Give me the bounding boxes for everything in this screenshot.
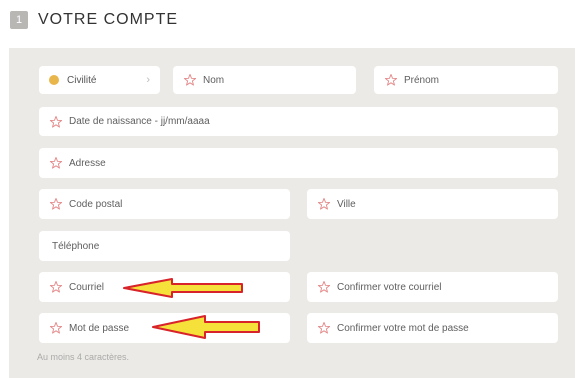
- adresse-input[interactable]: [69, 157, 558, 169]
- required-star-icon: [317, 197, 331, 211]
- prenom-input[interactable]: [404, 74, 558, 86]
- required-star-icon: [49, 321, 63, 335]
- step-badge: 1: [10, 11, 28, 29]
- date-naissance-input[interactable]: [69, 116, 558, 127]
- required-star-icon: [49, 156, 63, 170]
- nom-field[interactable]: [173, 66, 356, 94]
- confirmer-mot-de-passe-field[interactable]: [307, 313, 558, 343]
- confirmer-courriel-input[interactable]: [337, 281, 558, 293]
- telephone-field[interactable]: [39, 231, 290, 261]
- adresse-field[interactable]: [39, 148, 558, 178]
- password-hint: Au moins 4 caractères.: [37, 352, 130, 362]
- ville-input[interactable]: [337, 198, 558, 210]
- required-star-icon: [49, 115, 63, 129]
- required-star-icon: [183, 73, 197, 87]
- required-star-icon: [384, 73, 398, 87]
- section-header: 1 VOTRE COMPTE: [10, 10, 178, 30]
- required-star-icon: [49, 197, 63, 211]
- annotation-arrow-mot-de-passe-icon: [152, 315, 260, 339]
- section-title: VOTRE COMPTE: [38, 11, 179, 28]
- annotation-arrow-courriel-icon: [123, 278, 243, 298]
- chevron-right-icon: ›: [146, 74, 150, 86]
- code-postal-input[interactable]: [69, 198, 290, 210]
- confirmer-courriel-field[interactable]: [307, 272, 558, 302]
- confirmer-mot-de-passe-input[interactable]: [337, 322, 558, 334]
- prenom-field[interactable]: [374, 66, 558, 94]
- ville-field[interactable]: [307, 189, 558, 219]
- nom-input[interactable]: [203, 74, 356, 86]
- civilite-label: Civilité: [67, 74, 97, 86]
- telephone-input[interactable]: [52, 240, 290, 252]
- required-star-icon: [317, 321, 331, 335]
- date-naissance-field[interactable]: [39, 107, 558, 136]
- required-star-icon: [317, 280, 331, 294]
- required-star-icon: [49, 280, 63, 294]
- code-postal-field[interactable]: [39, 189, 290, 219]
- civilite-select[interactable]: Civilité ›: [39, 66, 160, 94]
- civilite-status-icon: [49, 75, 59, 85]
